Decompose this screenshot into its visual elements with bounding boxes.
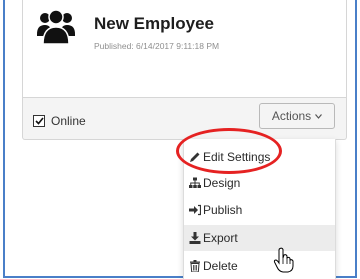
menu-item-design[interactable]: Design [184,170,335,196]
online-label: Online [51,114,86,128]
menu-item-publish[interactable]: Publish [184,197,335,223]
highlight-circle [176,128,282,174]
online-toggle[interactable]: Online [33,114,86,128]
sitemap-icon [189,177,201,188]
actions-button[interactable]: Actions [259,103,335,129]
trash-icon [190,260,200,272]
hand-cursor-icon [273,247,294,273]
form-card: New Employee Published: 6/14/2017 9:11:1… [22,0,347,140]
card-title[interactable]: New Employee [94,14,214,34]
download-icon [189,232,201,244]
menu-item-export[interactable]: Export [184,225,335,251]
published-date: Published: 6/14/2017 9:11:18 PM [94,41,220,51]
menu-item-delete[interactable]: Delete [184,253,335,279]
actions-label: Actions [271,109,312,123]
menu-item-label: Publish [203,203,243,217]
menu-item-label: Delete [203,259,238,273]
people-icon [37,9,75,44]
menu-item-label: Design [203,176,241,190]
publish-icon [189,204,201,216]
chevron-down-icon [315,113,323,119]
card-divider [23,97,346,98]
menu-item-label: Export [203,231,238,245]
online-checkbox[interactable] [33,115,45,127]
checkmark-icon [34,117,44,125]
